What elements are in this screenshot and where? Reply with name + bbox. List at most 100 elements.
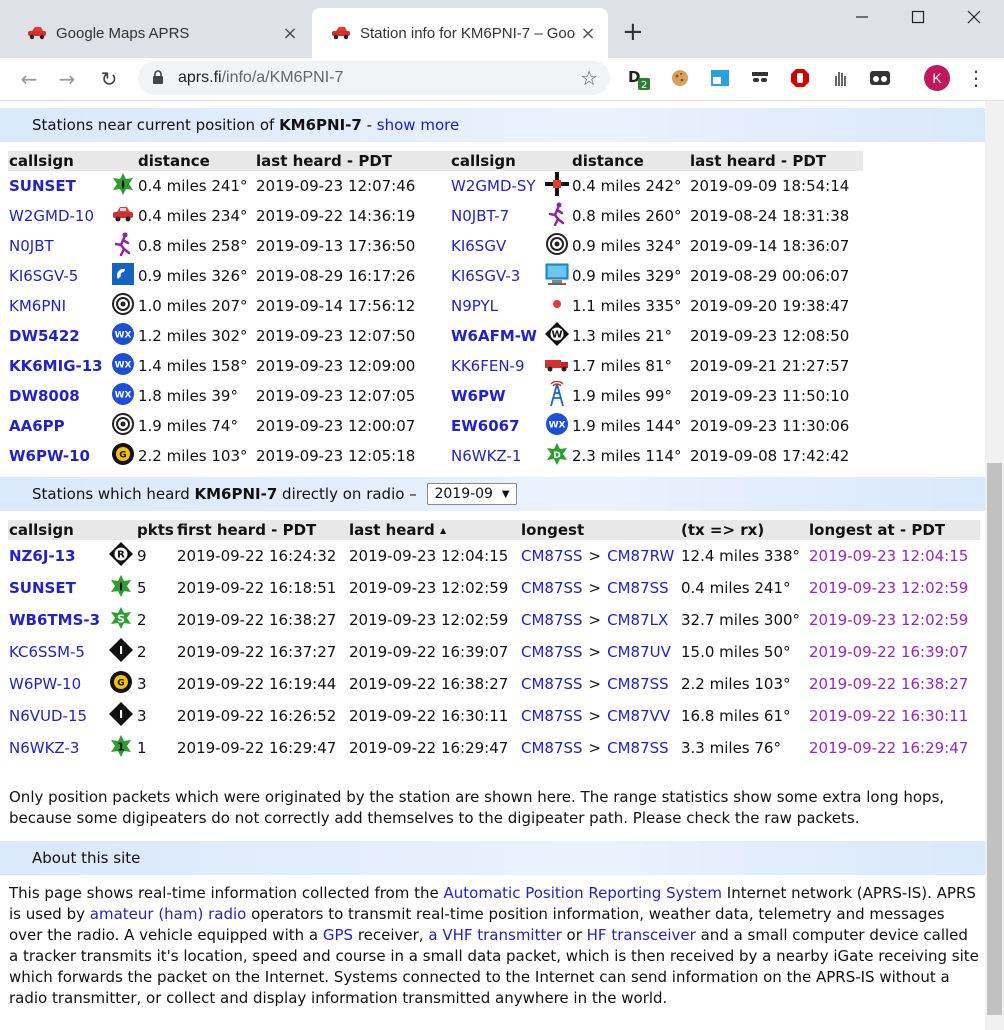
tab-station-info[interactable]: Station info for KM6PNI-7 – Goog × [312,8,608,58]
col-last-heard-sort[interactable]: last heard ▲ [348,520,520,540]
tab-google-maps-aprs[interactable]: Google Maps APRS × [8,8,310,58]
longest-at-link[interactable]: 2019-09-22 16:29:47 [809,739,968,757]
rx-locator-link[interactable]: CM87LX [607,611,668,629]
longest-at-link[interactable]: 2019-09-23 12:02:59 [809,611,968,629]
callsign-link[interactable]: DW5422 [9,327,80,345]
cookie-icon[interactable] [668,66,692,90]
tab-close-icon[interactable]: × [576,23,600,44]
symbol-cell [543,231,571,261]
rx-locator-link[interactable]: CM87SS [607,675,669,693]
scrollbar-thumb[interactable] [987,463,1002,1015]
forward-icon[interactable]: → [52,64,82,94]
longest-at-link[interactable]: 2019-09-22 16:30:11 [809,707,968,725]
callsign-link[interactable]: W6PW-10 [9,675,81,693]
symbol-cell: I [106,572,136,604]
address-bar[interactable]: aprs.fi/info/a/KM6PNI-7 ☆ [138,61,610,95]
tx-locator-link[interactable]: CM87SS [521,739,583,757]
callsign-link[interactable]: N6WKZ-3 [9,739,79,757]
lock-icon [153,70,163,84]
screenshot-extension-icon[interactable] [708,66,732,90]
callsign-link[interactable]: DW8008 [9,387,80,405]
callsign-link[interactable]: SUNSET [9,177,76,195]
glasses-extension-icon[interactable] [868,66,892,90]
distance-cell: 1.3 miles 21° [572,327,672,345]
bookmark-star-icon[interactable]: ☆ [580,66,598,90]
tx-locator-link[interactable]: CM87SS [521,611,583,629]
callsign-link[interactable]: KI6SGV-3 [451,267,520,285]
rx-locator-link[interactable]: CM87VV [607,707,670,725]
green-star-1-icon: 1 [109,735,133,762]
callsign-link[interactable]: N0JBT-7 [451,207,509,225]
minimize-icon[interactable] [842,8,882,29]
ham-radio-link[interactable]: amateur (ham) radio [90,905,247,923]
callsign-link[interactable]: N0JBT [9,237,54,255]
callsign-link[interactable]: W2GMD-10 [9,207,94,225]
extension-d-icon[interactable]: D2 [626,66,650,90]
callsign-link[interactable]: SUNSET [9,579,76,597]
symbol-cell: WX [109,351,137,381]
tx-locator-link[interactable]: CM87SS [521,579,583,597]
gps-link[interactable]: GPS [323,926,353,944]
callsign-link[interactable]: KK6MIG-13 [9,357,103,375]
callsign-link[interactable]: KM6PNI [9,297,66,315]
show-more-link[interactable]: show more [377,116,459,134]
tx-locator-link[interactable]: CM87SS [521,707,583,725]
last-heard-cell: 2019-09-13 17:36:50 [256,237,416,255]
rx-locator-link[interactable]: CM87UV [607,643,671,661]
hand-extension-icon[interactable] [828,66,852,90]
longest-at-link[interactable]: 2019-09-22 16:38:27 [809,675,968,693]
longest-at-link[interactable]: 2019-09-23 12:04:15 [809,547,968,565]
callsign-link[interactable]: EW6067 [451,417,520,435]
vertical-scrollbar[interactable] [985,101,1004,1030]
back-icon[interactable]: ← [14,64,44,94]
callsign-cell: KK6FEN-9 [450,351,543,381]
profile-avatar[interactable]: K [924,65,950,91]
adblock-icon[interactable] [788,66,812,90]
callsign-link[interactable]: WB6TMS-3 [9,611,100,629]
aprs-link[interactable]: Automatic Position Reporting System [444,884,723,902]
distance-cell: 0.4 miles 241° [138,177,248,195]
callsign-link[interactable]: W2GMD-SY [451,177,536,195]
symbol-cell: I [106,636,136,668]
maximize-icon[interactable] [898,8,938,29]
reload-icon[interactable]: ↻ [94,64,124,94]
incognito-extension-icon[interactable] [748,66,772,90]
rx-locator-link[interactable]: CM87SS [607,739,669,757]
callsign-link[interactable]: W6PW [451,387,506,405]
first-heard-cell: 2019-09-22 16:38:27 [177,611,337,629]
callsign-link[interactable]: NZ6J-13 [9,547,76,565]
nearby-header-row: callsign distance last heard - PDT calls… [8,151,863,171]
tx-locator-link[interactable]: CM87SS [521,675,583,693]
rx-locator-link[interactable]: CM87SS [607,579,669,597]
about-text-1: This page shows real-time information co… [9,884,444,902]
table-row: KM6PNI 1.0 miles 207° 2019-09-14 17:56:12 N… [8,291,863,321]
distance-cell: 0.4 miles 234° [138,207,248,225]
tx-locator-link[interactable]: CM87SS [521,643,583,661]
callsign-link[interactable]: N6WKZ-1 [451,447,521,465]
svg-text:WX: WX [115,361,132,371]
callsign-link[interactable]: N9PYL [451,297,498,315]
rx-locator-link[interactable]: CM87RW [607,547,674,565]
tx-locator-link[interactable]: CM87SS [521,547,583,565]
chrome-menu-icon[interactable]: ⋮ [966,66,986,90]
callsign-cell: N6VUD-15 [8,700,106,732]
callsign-link[interactable]: KK6FEN-9 [451,357,525,375]
svg-text:G: G [117,679,124,689]
nearby-stations-table: callsign distance last heard - PDT calls… [8,151,863,471]
jogger-icon [546,202,568,230]
window-close-icon[interactable] [954,8,994,29]
callsign-link[interactable]: W6PW-10 [9,447,90,465]
vhf-transmitter-link[interactable]: a VHF transmitter [428,926,561,944]
callsign-link[interactable]: AA6PP [9,417,65,435]
hf-transceiver-link[interactable]: HF transceiver [587,926,696,944]
tab-close-icon[interactable]: × [278,23,302,44]
callsign-link[interactable]: KI6SGV-5 [9,267,78,285]
callsign-link[interactable]: N6VUD-15 [9,707,87,725]
callsign-link[interactable]: W6AFM-W [451,327,537,345]
callsign-link[interactable]: KC6SSM-5 [9,643,85,661]
longest-at-link[interactable]: 2019-09-22 16:39:07 [809,643,968,661]
longest-at-link[interactable]: 2019-09-23 12:02:59 [809,579,968,597]
new-tab-button[interactable]: + [622,18,644,46]
month-select[interactable]: 2019-09 ▼ [427,483,517,505]
callsign-link[interactable]: KI6SGV [451,237,506,255]
